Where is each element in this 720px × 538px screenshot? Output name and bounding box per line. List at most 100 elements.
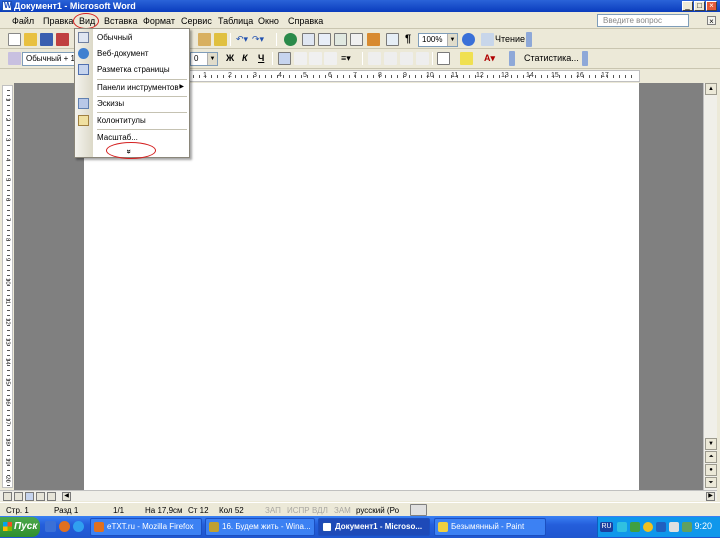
menu-edit[interactable]: Правка	[43, 15, 73, 27]
hyperlink-icon[interactable]	[284, 33, 297, 46]
status-ovr[interactable]: ЗАМ	[334, 505, 351, 516]
quick-launch-ie-icon[interactable]	[73, 521, 84, 532]
close-button[interactable]: ×	[706, 1, 717, 11]
vruler-tick	[7, 150, 10, 151]
maximize-button[interactable]: □	[694, 1, 705, 11]
view-menu-item-toolbars[interactable]: Панели инструментов ▶	[75, 80, 189, 95]
task-winamp[interactable]: 16. Будем жить - Wina...	[205, 518, 315, 536]
document-map-icon[interactable]	[386, 33, 399, 46]
bold-icon[interactable]: Ж	[226, 52, 234, 65]
numbering-icon[interactable]	[368, 52, 381, 65]
borders-icon[interactable]	[437, 52, 450, 65]
vertical-ruler[interactable]: 1 2 3 4 5 6 7 8 9 10 11 12 13 14 15 16 1…	[2, 85, 13, 488]
redo-icon[interactable]: ↷▾	[252, 33, 264, 46]
chevron-down-icon[interactable]: ▼	[447, 34, 457, 46]
normal-view-icon[interactable]	[3, 492, 12, 501]
help-icon[interactable]	[462, 33, 475, 46]
chevron-down-icon[interactable]: ▼	[207, 53, 217, 65]
title-bar[interactable]: Документ1 - Microsoft Word _ □ ×	[0, 0, 720, 12]
tray-arrow-icon[interactable]	[617, 522, 627, 532]
permission-icon[interactable]	[56, 33, 69, 46]
view-menu-item-web[interactable]: Веб-документ	[75, 46, 189, 61]
columns-icon[interactable]	[350, 33, 363, 46]
status-rec[interactable]: ЗАП	[265, 505, 281, 516]
menu-file[interactable]: Файл	[12, 15, 34, 27]
web-view-icon[interactable]	[14, 492, 23, 501]
toolbar-options-icon[interactable]	[526, 32, 532, 47]
quick-launch-desktop-icon[interactable]	[45, 521, 56, 532]
tray-monitor-icon[interactable]	[656, 522, 666, 532]
undo-icon[interactable]: ↶▾	[236, 33, 248, 46]
align-center-icon[interactable]	[294, 52, 307, 65]
font-size-combo[interactable]: 0 ▼	[190, 52, 218, 66]
view-menu-item-thumbnails[interactable]: Эскизы	[75, 96, 189, 111]
prev-page-icon[interactable]: ⏶	[705, 451, 717, 463]
style-combo[interactable]: Обычный + 1	[22, 52, 77, 66]
menu-format[interactable]: Формат	[143, 15, 175, 27]
minimize-button[interactable]: _	[682, 1, 693, 11]
spelling-status-icon[interactable]	[410, 504, 427, 516]
outline-view-icon[interactable]	[36, 492, 45, 501]
word-app-icon[interactable]	[2, 1, 12, 11]
status-ext[interactable]: ВДЛ	[312, 505, 328, 516]
justify-icon[interactable]	[324, 52, 337, 65]
underline-icon[interactable]: Ч	[258, 52, 264, 65]
menu-tools[interactable]: Сервис	[181, 15, 212, 27]
tray-network-icon[interactable]	[630, 522, 640, 532]
scroll-down-icon[interactable]: ▼	[705, 438, 717, 450]
toolbar-options-icon[interactable]	[582, 51, 588, 66]
ask-question-input[interactable]: Введите вопрос	[597, 14, 689, 27]
bullets-icon[interactable]	[384, 52, 397, 65]
view-menu-item-header-footer[interactable]: Колонтитулы	[75, 113, 189, 128]
open-folder-icon[interactable]	[24, 33, 37, 46]
decrease-indent-icon[interactable]	[400, 52, 413, 65]
scroll-right-icon[interactable]: ▶	[706, 492, 715, 501]
menu-window[interactable]: Окно	[258, 15, 279, 27]
insert-table-icon[interactable]	[318, 33, 331, 46]
increase-indent-icon[interactable]	[416, 52, 429, 65]
menu-help[interactable]: Справка	[288, 15, 323, 27]
quick-launch-firefox-icon[interactable]	[59, 521, 70, 532]
tray-shield-icon[interactable]	[643, 522, 653, 532]
document-close-button[interactable]: ×	[707, 16, 716, 26]
tables-borders-icon[interactable]	[302, 33, 315, 46]
scroll-up-icon[interactable]: ▲	[705, 83, 717, 95]
vertical-scrollbar[interactable]: ▲ ▼ ⏶ ● ⏷	[703, 83, 717, 490]
toolbar-options-icon[interactable]	[509, 51, 515, 66]
language-indicator[interactable]: RU	[600, 522, 613, 532]
browse-object-icon[interactable]: ●	[705, 464, 717, 476]
task-paint[interactable]: Безымянный - Paint	[434, 518, 546, 536]
insert-excel-icon[interactable]	[334, 33, 347, 46]
tray-volume-icon[interactable]	[669, 522, 679, 532]
print-layout-icon[interactable]	[25, 492, 34, 501]
line-spacing-icon[interactable]: ≡▾	[341, 52, 351, 65]
task-firefox[interactable]: eTXT.ru - Mozilla Firefox	[90, 518, 202, 536]
reading-view-icon[interactable]	[47, 492, 56, 501]
drawing-icon[interactable]	[367, 33, 380, 46]
status-trk[interactable]: ИСПР	[287, 505, 310, 516]
format-painter-icon[interactable]	[214, 33, 227, 46]
start-button[interactable]: Пуск	[0, 517, 40, 537]
read-mode-button[interactable]: Чтение	[495, 33, 525, 46]
horizontal-scrollbar[interactable]: ◀ ▶	[0, 490, 717, 501]
italic-icon[interactable]: К	[242, 52, 248, 65]
word-count-button[interactable]: Статистика...	[524, 52, 579, 65]
view-menu-item-print-layout[interactable]: Разметка страницы	[75, 62, 189, 77]
menu-insert[interactable]: Вставка	[104, 15, 137, 27]
scroll-left-icon[interactable]: ◀	[62, 492, 71, 501]
styles-icon[interactable]	[8, 52, 21, 65]
menu-table[interactable]: Таблица	[218, 15, 253, 27]
align-left-icon[interactable]	[278, 52, 291, 65]
highlight-color-icon[interactable]	[460, 52, 473, 65]
show-formatting-icon[interactable]: ¶	[405, 33, 411, 46]
tray-security-icon[interactable]	[682, 522, 692, 532]
zoom-combo[interactable]: 100% ▼	[418, 33, 458, 47]
paste-icon[interactable]	[198, 33, 211, 46]
align-right-icon[interactable]	[309, 52, 322, 65]
font-color-icon[interactable]: A▾	[484, 52, 495, 65]
new-document-icon[interactable]	[8, 33, 21, 46]
next-page-icon[interactable]: ⏷	[705, 477, 717, 488]
view-menu-item-normal[interactable]: Обычный	[75, 30, 189, 45]
task-word[interactable]: Документ1 - Microso...	[318, 518, 430, 536]
save-icon[interactable]	[40, 33, 53, 46]
